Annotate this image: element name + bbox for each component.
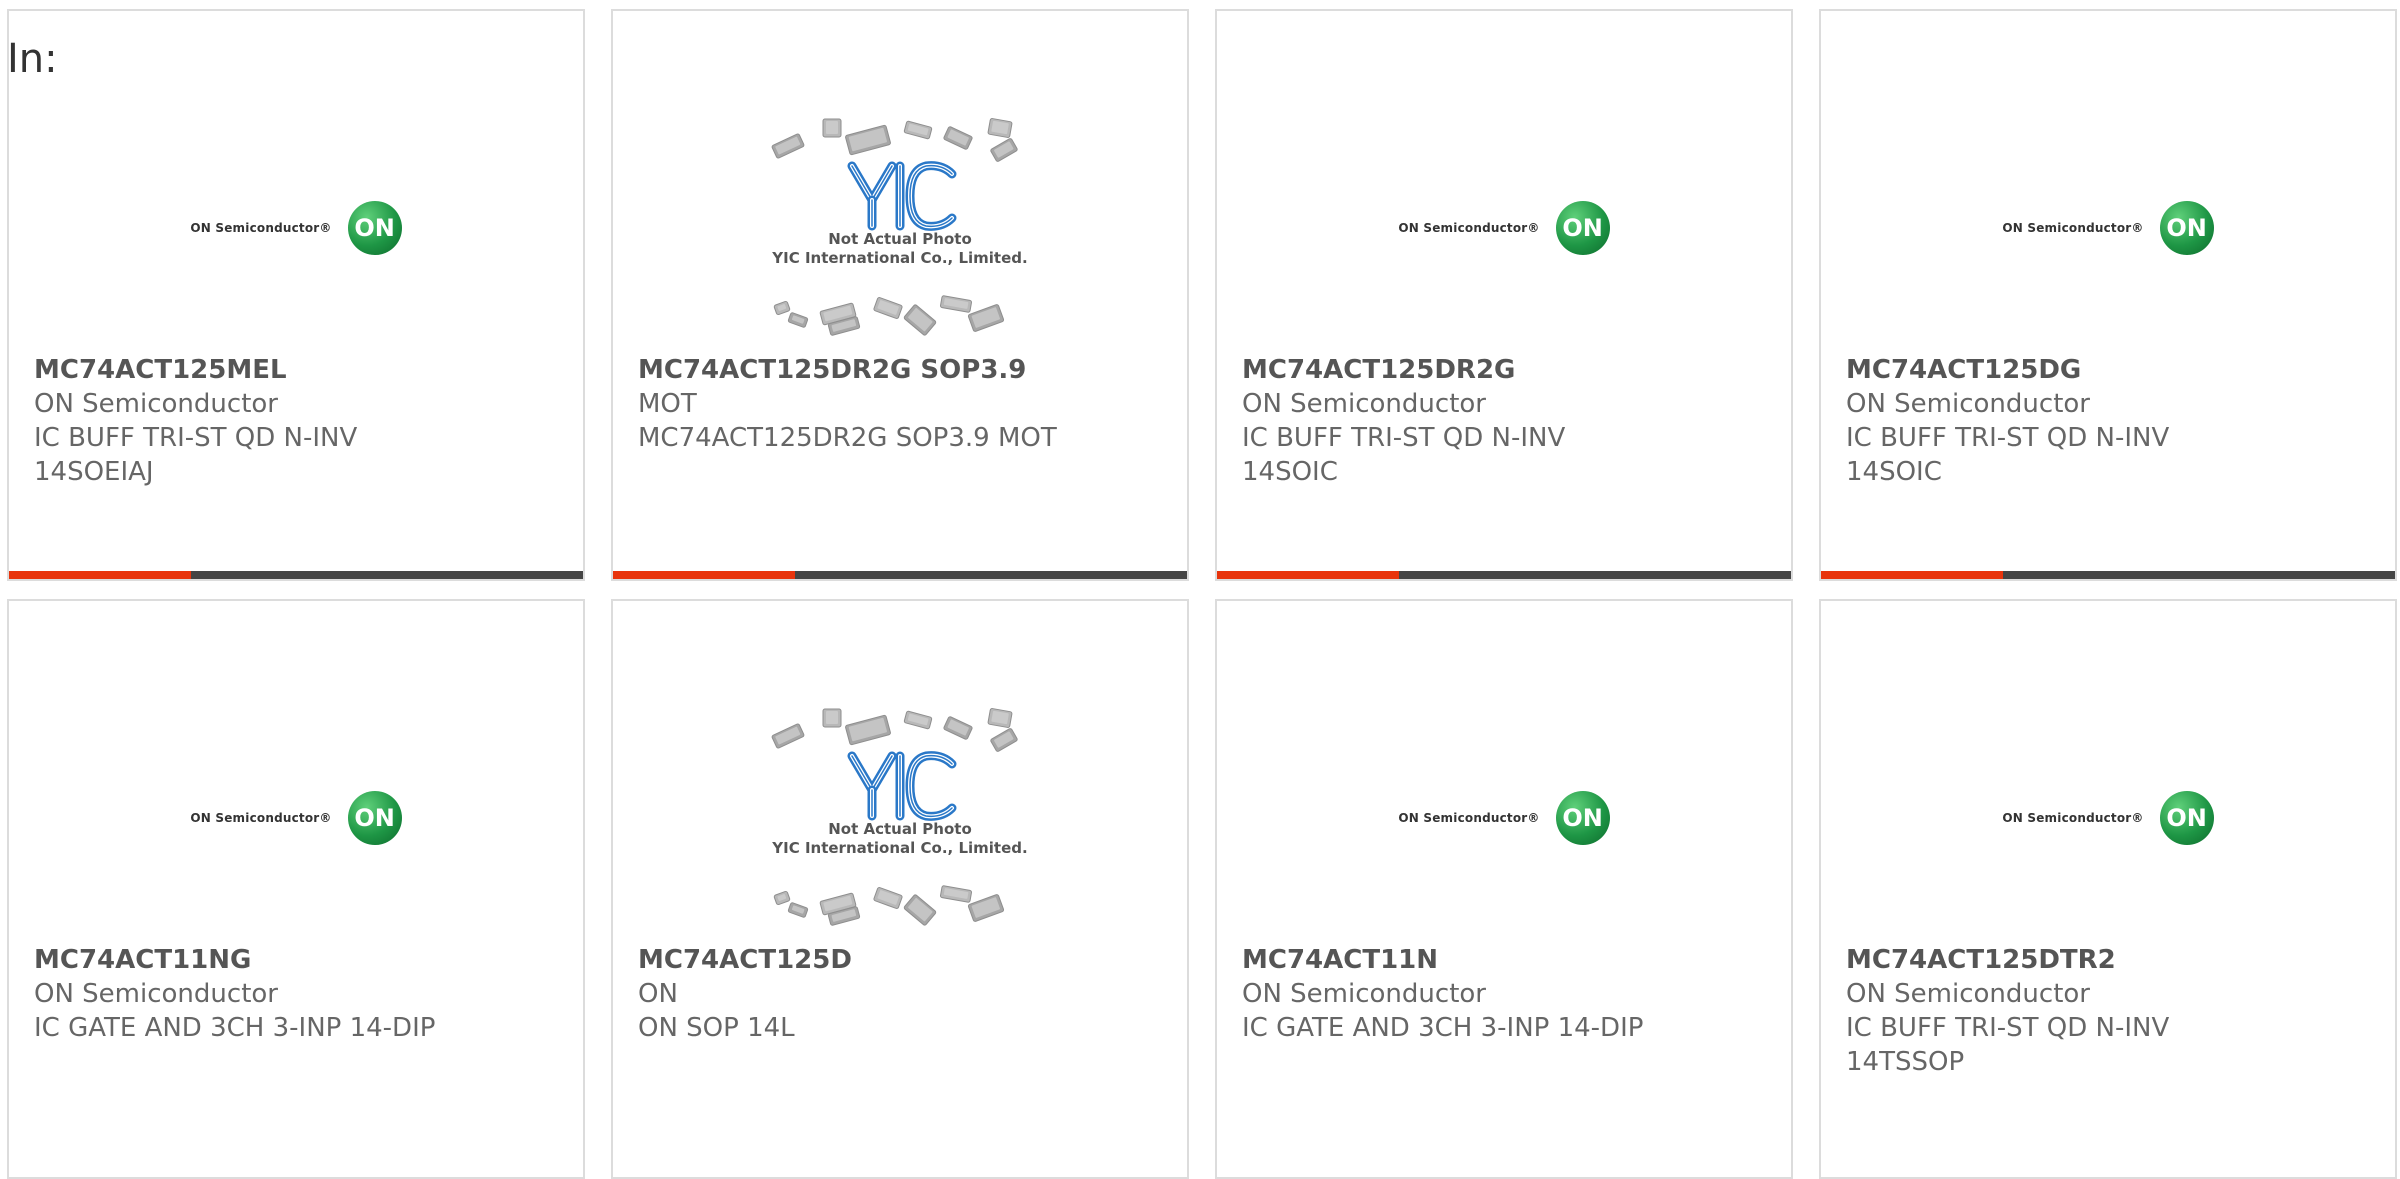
product-image: Not Actual Photo YIC International Co., …: [613, 93, 1187, 363]
on-logo-circle: ON: [347, 791, 402, 845]
product-card[interactable]: ON Semiconductor® ON MC74ACT125MEL ON Se…: [7, 9, 585, 581]
on-logo-text: ON Semiconductor®: [1398, 221, 1540, 235]
description: IC BUFF TRI-ST QD N-INV 14SOEIAJ: [34, 423, 358, 487]
description: IC GATE AND 3CH 3-INP 14-DIP: [34, 1013, 436, 1043]
part-number[interactable]: MC74ACT125DR2G SOP3.9: [638, 353, 1167, 387]
part-number[interactable]: MC74ACT11NG: [34, 943, 563, 977]
on-logo-circle: ON: [2159, 791, 2214, 845]
on-logo-circle: ON: [1555, 201, 1610, 255]
yic-placeholder-image: Not Actual Photo YIC International Co., …: [760, 108, 1040, 348]
on-logo-circle: ON: [1555, 791, 1610, 845]
on-logo-text: ON Semiconductor®: [190, 221, 332, 235]
placeholder-caption: Not Actual Photo: [828, 820, 972, 838]
description: ON SOP 14L: [638, 1013, 795, 1043]
description: MC74ACT125DR2G SOP3.9 MOT: [638, 423, 1057, 453]
card-accent-bar: [1217, 571, 1791, 579]
product-image: ON Semiconductor® ON: [9, 683, 583, 953]
part-number[interactable]: MC74ACT11N: [1242, 943, 1771, 977]
manufacturer: ON Semiconductor: [1846, 979, 2090, 1009]
on-semiconductor-logo: ON Semiconductor® ON: [1398, 791, 1610, 845]
product-image: ON Semiconductor® ON: [1821, 683, 2395, 953]
product-image: ON Semiconductor® ON: [1821, 93, 2395, 363]
part-number[interactable]: MC74ACT125MEL: [34, 353, 563, 387]
product-card[interactable]: ON Semiconductor® ON MC74ACT11N ON Semic…: [1215, 599, 1793, 1179]
card-accent-bar: [613, 571, 1187, 579]
placeholder-company: YIC International Co., Limited.: [772, 839, 1028, 857]
in-label: In:: [7, 36, 58, 82]
product-card[interactable]: ON Semiconductor® ON MC74ACT125DR2G ON S…: [1215, 9, 1793, 581]
yic-placeholder-image: Not Actual Photo YIC International Co., …: [760, 698, 1040, 938]
manufacturer: ON: [638, 979, 678, 1009]
description: IC GATE AND 3CH 3-INP 14-DIP: [1242, 1013, 1644, 1043]
on-logo-circle: ON: [2159, 201, 2214, 255]
product-card[interactable]: Not Actual Photo YIC International Co., …: [611, 599, 1189, 1179]
product-image: Not Actual Photo YIC International Co., …: [613, 683, 1187, 953]
on-logo-text: ON Semiconductor®: [2002, 221, 2144, 235]
on-logo-text: ON Semiconductor®: [190, 811, 332, 825]
product-card[interactable]: ON Semiconductor® ON MC74ACT125DG ON Sem…: [1819, 9, 2397, 581]
placeholder-caption: Not Actual Photo: [828, 230, 972, 248]
manufacturer: ON Semiconductor: [1242, 389, 1486, 419]
part-number[interactable]: MC74ACT125DG: [1846, 353, 2375, 387]
product-card[interactable]: ON Semiconductor® ON MC74ACT11NG ON Semi…: [7, 599, 585, 1179]
part-number[interactable]: MC74ACT125D: [638, 943, 1167, 977]
product-card[interactable]: ON Semiconductor® ON MC74ACT125DTR2 ON S…: [1819, 599, 2397, 1179]
product-image: ON Semiconductor® ON: [1217, 93, 1791, 363]
on-semiconductor-logo: ON Semiconductor® ON: [2002, 201, 2214, 255]
manufacturer: MOT: [638, 389, 697, 419]
on-logo-text: ON Semiconductor®: [1398, 811, 1540, 825]
product-image: ON Semiconductor® ON: [9, 93, 583, 363]
description: IC BUFF TRI-ST QD N-INV 14TSSOP: [1846, 1013, 2170, 1077]
on-logo-text: ON Semiconductor®: [2002, 811, 2144, 825]
manufacturer: ON Semiconductor: [34, 979, 278, 1009]
manufacturer: ON Semiconductor: [1242, 979, 1486, 1009]
manufacturer: ON Semiconductor: [1846, 389, 2090, 419]
on-semiconductor-logo: ON Semiconductor® ON: [1398, 201, 1610, 255]
on-semiconductor-logo: ON Semiconductor® ON: [2002, 791, 2214, 845]
on-logo-circle: ON: [347, 201, 402, 255]
product-image: ON Semiconductor® ON: [1217, 683, 1791, 953]
description: IC BUFF TRI-ST QD N-INV 14SOIC: [1846, 423, 2170, 487]
part-number[interactable]: MC74ACT125DTR2: [1846, 943, 2375, 977]
on-semiconductor-logo: ON Semiconductor® ON: [190, 201, 402, 255]
product-card[interactable]: Not Actual Photo YIC International Co., …: [611, 9, 1189, 581]
description: IC BUFF TRI-ST QD N-INV 14SOIC: [1242, 423, 1566, 487]
placeholder-company: YIC International Co., Limited.: [772, 249, 1028, 267]
card-accent-bar: [9, 571, 583, 579]
manufacturer: ON Semiconductor: [34, 389, 278, 419]
card-accent-bar: [1821, 571, 2395, 579]
on-semiconductor-logo: ON Semiconductor® ON: [190, 791, 402, 845]
part-number[interactable]: MC74ACT125DR2G: [1242, 353, 1771, 387]
